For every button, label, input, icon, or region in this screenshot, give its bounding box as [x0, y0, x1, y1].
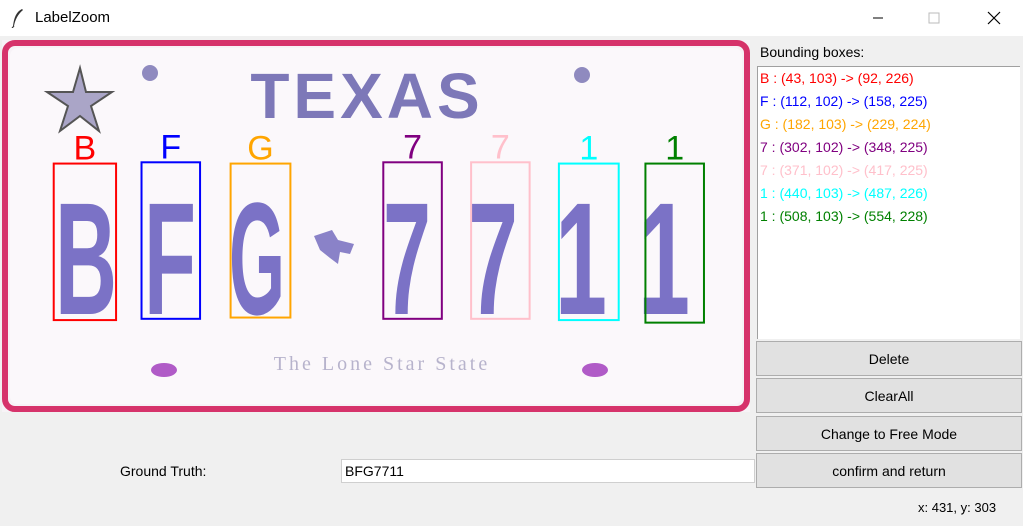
cursor-coordinates: x: 431, y: 303 [918, 500, 997, 515]
ground-truth-input[interactable] [341, 459, 755, 483]
clear-all-button[interactable]: ClearAll [756, 378, 1022, 413]
bolt-icon [151, 363, 177, 377]
minimize-icon [873, 17, 883, 19]
delete-button[interactable]: Delete [756, 341, 1022, 376]
bounding-box-list-item[interactable]: F : (112, 102) -> (158, 225) [760, 93, 927, 109]
bounding-box-label: 1 [579, 130, 598, 168]
feather-icon [11, 9, 23, 28]
bounding-box-list-item[interactable]: 7 : (302, 102) -> (348, 225) [760, 139, 928, 155]
bounding-box-list[interactable]: B : (43, 103) -> (92, 226) F : (112, 102… [757, 66, 1020, 339]
minimize-button[interactable] [849, 0, 907, 36]
free-mode-button[interactable]: Change to Free Mode [756, 416, 1022, 451]
bounding-box-label: 1 [665, 130, 684, 168]
bounding-box-label: G [247, 130, 273, 168]
title-bar: LabelZoom [0, 0, 1023, 36]
plate-char: 7 [383, 169, 431, 348]
plate-char: B [55, 169, 117, 348]
window-title: LabelZoom [35, 9, 111, 26]
bounding-box-label: B [74, 130, 97, 168]
confirm-return-button[interactable]: confirm and return [756, 453, 1022, 488]
ground-truth-label: Ground Truth: [120, 463, 207, 479]
bolt-icon [582, 363, 608, 377]
bounding-box-list-item[interactable]: B : (43, 103) -> (92, 226) [760, 70, 914, 86]
bounding-box-label: 7 [403, 128, 422, 166]
plate-motto: The Lone Star State [274, 353, 490, 375]
plate-char: F [144, 169, 196, 348]
bounding-box-list-item[interactable]: 1 : (508, 103) -> (554, 228) [760, 208, 928, 224]
bolt-icon [574, 67, 590, 83]
plate-char: 1 [555, 169, 607, 348]
license-plate-image[interactable]: TEXAS B F G 7 7 1 1 The Lone Star State … [2, 40, 750, 412]
bounding-box-label: 7 [491, 128, 510, 166]
close-button[interactable] [965, 0, 1023, 36]
plate-char: 7 [468, 169, 518, 348]
bounding-box-label: F [160, 128, 181, 166]
image-canvas[interactable]: TEXAS B F G 7 7 1 1 The Lone Star State … [2, 40, 750, 412]
plate-state-text: TEXAS [250, 60, 483, 132]
bounding-boxes-title: Bounding boxes: [760, 44, 865, 60]
bolt-icon [142, 65, 158, 81]
plate-char: G [229, 169, 285, 348]
maximize-button[interactable] [905, 0, 963, 36]
bounding-box-list-item[interactable]: 1 : (440, 103) -> (487, 226) [760, 185, 928, 201]
close-icon [987, 11, 1001, 25]
bounding-box-list-item[interactable]: G : (182, 103) -> (229, 224) [760, 116, 931, 132]
maximize-icon [928, 12, 940, 24]
bounding-box-list-item[interactable]: 7 : (371, 102) -> (417, 225) [760, 162, 928, 178]
